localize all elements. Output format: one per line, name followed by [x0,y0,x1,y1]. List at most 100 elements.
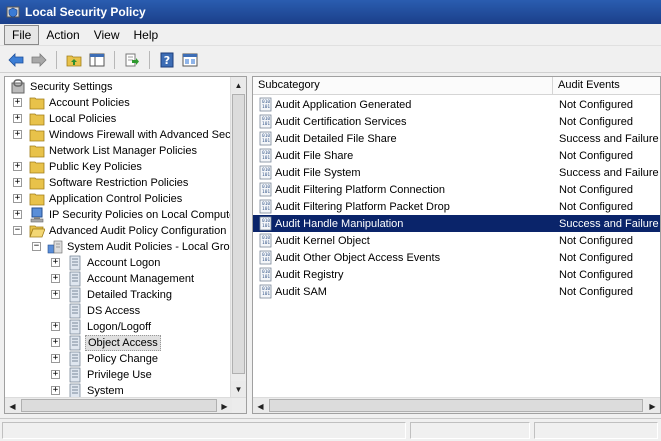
list-row[interactable]: 010 101 Audit Kernel Object Not Configured [253,232,660,249]
tree-label[interactable]: Privilege Use [85,368,154,382]
tree-node-account-logon[interactable]: + Account Logon [5,255,231,271]
tree-vertical-scrollbar[interactable]: ▲ ▼ [230,77,246,397]
list-row[interactable]: 010 101 Audit Certification Services Not Co… [253,113,660,130]
policy-setting-icon: 010101 [259,199,272,214]
tree-label[interactable]: Application Control Policies [47,192,184,206]
tree-node-application-control[interactable]: + Application Control Policies [5,191,231,207]
tree-label[interactable]: System [85,384,126,397]
tree-node-local-policies[interactable]: + Local Policies [5,111,231,127]
scroll-up-arrow-icon[interactable]: ▲ [231,77,246,93]
expand-toggle[interactable]: + [13,194,22,203]
tree-node-system[interactable]: + System [5,383,231,397]
tree-node-policy-change[interactable]: + Policy Change [5,351,231,367]
list-row[interactable]: 010 101 Audit Other Object Access Events No… [253,249,660,266]
tree-node-ds-access[interactable]: DS Access [5,303,231,319]
tree-label[interactable]: Policy Change [85,352,160,366]
expand-toggle[interactable]: + [51,274,60,283]
scroll-thumb[interactable] [21,399,217,412]
tree-node-public-key-policies[interactable]: + Public Key Policies [5,159,231,175]
tree-node-network-list-manager[interactable]: Network List Manager Policies [5,143,231,159]
tree-label[interactable]: DS Access [85,304,142,318]
tree-label[interactable]: Security Settings [28,80,115,94]
expand-toggle[interactable]: + [13,178,22,187]
tree-label[interactable]: System Audit Policies - Local Group Poli… [65,240,231,254]
tree-label[interactable]: Account Logon [85,256,162,270]
tree-label[interactable]: Network List Manager Policies [47,144,199,158]
tree-node-object-access[interactable]: + Object Access [5,335,231,351]
expand-toggle[interactable]: + [51,370,60,379]
tree-node-logon-logoff[interactable]: + Logon/Logoff [5,319,231,335]
tree-node-advanced-audit[interactable]: − Advanced Audit Policy Configuration [5,223,231,239]
tree-node-system-audit-policies[interactable]: − System Audit Policies - Local Group Po… [5,239,231,255]
export-list-button[interactable] [122,50,142,70]
scroll-thumb[interactable] [232,94,245,374]
tree-node-privilege-use[interactable]: + Privilege Use [5,367,231,383]
tree-label[interactable]: Detailed Tracking [85,288,174,302]
tree-label[interactable]: Software Restriction Policies [47,176,190,190]
scroll-left-arrow-icon[interactable]: ◀ [5,398,20,413]
details-pane[interactable]: Subcategory Audit Events 010 101 Audit App… [252,76,661,414]
list-row[interactable]: 010 101 Audit SAM Not Configured [253,283,660,300]
list-horizontal-scrollbar[interactable]: ◀ ▶ [253,397,660,413]
expand-toggle[interactable]: + [13,114,22,123]
svg-text:101: 101 [262,257,270,263]
column-header-audit-events[interactable]: Audit Events [553,77,660,95]
show-hide-tree-button[interactable] [87,50,107,70]
expand-toggle[interactable]: + [51,322,60,331]
column-header-subcategory[interactable]: Subcategory [253,77,553,95]
scroll-down-arrow-icon[interactable]: ▼ [231,381,246,397]
scroll-left-arrow-icon[interactable]: ◀ [253,398,268,413]
expand-toggle[interactable]: + [13,210,22,219]
help-button[interactable]: ? [157,50,177,70]
up-one-level-button[interactable] [64,50,84,70]
list-row[interactable]: 010 101 Audit File Share Not Configured [253,147,660,164]
list-row[interactable]: 010 101 Audit Filtering Platform Packet Dr… [253,198,660,215]
tree-node-windows-firewall[interactable]: + Windows Firewall with Advanced Securit… [5,127,231,143]
tree-label[interactable]: Local Policies [47,112,118,126]
properties-button[interactable] [180,50,200,70]
list-row[interactable]: 010 101 Audit Application Generated Not Con… [253,96,660,113]
expand-toggle[interactable]: + [51,338,60,347]
tree-node-detailed-tracking[interactable]: + Detailed Tracking [5,287,231,303]
collapse-toggle[interactable]: − [32,242,41,251]
tree-pane[interactable]: Security Settings + Account Policies + L… [4,76,247,414]
tree-node-account-policies[interactable]: + Account Policies [5,95,231,111]
list-header: Subcategory Audit Events [253,77,660,95]
back-button[interactable] [6,50,26,70]
tree-label[interactable]: IP Security Policies on Local Computer [47,208,231,222]
expand-toggle[interactable]: + [51,354,60,363]
menu-file[interactable]: File [4,24,40,45]
tree-node-ip-security[interactable]: + IP Security Policies on Local Computer [5,207,231,223]
list-row[interactable]: 010 101 Audit Registry Not Configured [253,266,660,283]
tree-label-selected[interactable]: Object Access [85,335,161,351]
list-row[interactable]: 010 101 Audit Filtering Platform Connectio… [253,181,660,198]
tree-label[interactable]: Advanced Audit Policy Configuration [47,224,228,238]
expand-toggle[interactable]: + [51,386,60,395]
list-row[interactable]: 010 101 Audit File System Success and Failu… [253,164,660,181]
tree-label[interactable]: Account Policies [47,96,132,110]
folder-icon [29,113,45,126]
list-row[interactable]: 010 101 Audit Detailed File Share Success a… [253,130,660,147]
scroll-right-arrow-icon[interactable]: ▶ [217,398,232,413]
list-row[interactable]: 010 101 Audit Handle Manipulation Success a… [253,215,660,232]
scroll-right-arrow-icon[interactable]: ▶ [645,398,660,413]
menu-help[interactable]: Help [127,26,166,44]
collapse-toggle[interactable]: − [13,226,22,235]
tree-node-security-settings[interactable]: Security Settings [5,79,231,95]
tree-label[interactable]: Logon/Logoff [85,320,153,334]
tree-label[interactable]: Public Key Policies [47,160,144,174]
expand-toggle[interactable]: + [13,130,22,139]
expand-toggle[interactable]: + [51,290,60,299]
tree-horizontal-scrollbar[interactable]: ◀ ▶ [5,397,246,413]
expand-toggle[interactable]: + [51,258,60,267]
scroll-thumb[interactable] [269,399,643,412]
tree-label[interactable]: Windows Firewall with Advanced Security [47,128,231,142]
tree-node-software-restriction[interactable]: + Software Restriction Policies [5,175,231,191]
expand-toggle[interactable]: + [13,162,22,171]
expand-toggle[interactable]: + [13,98,22,107]
forward-button[interactable] [29,50,49,70]
menu-view[interactable]: View [87,26,127,44]
tree-label[interactable]: Account Management [85,272,196,286]
tree-node-account-management[interactable]: + Account Management [5,271,231,287]
menu-action[interactable]: Action [39,26,86,44]
